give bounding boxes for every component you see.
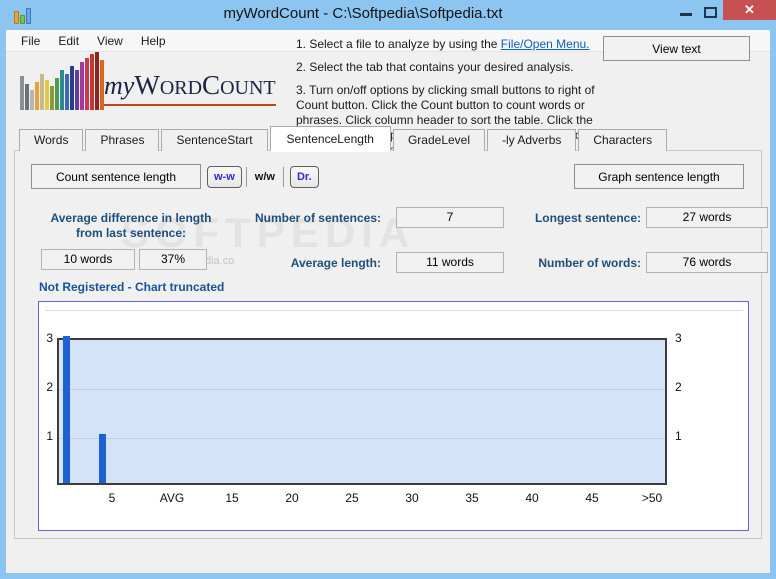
chart-bar-x4 [98,434,106,483]
y-axis-label-left-1: 1 [46,429,53,443]
logo-my: my [104,71,135,100]
titlebar[interactable]: myWordCount - C:\Softpedia\Softpedia.txt… [0,0,776,30]
tab-sentencelength[interactable]: SentenceLength [269,126,391,152]
longest-sentence-label: Longest sentence: [534,211,641,225]
x-axis-label-AVG: AVG [159,491,185,505]
x-axis-label-5: 5 [108,491,116,505]
gridline-y1 [59,438,665,439]
y-axis-label-left-2: 2 [46,380,53,394]
longest-sentence-value: 27 words [646,207,768,228]
ww-toggle-button[interactable]: w-w [207,165,242,188]
client-area: File Edit View Help myWORDCOUNT 1. Select a… [6,30,770,573]
logo-ount: OUNT [220,77,276,99]
dr-toggle-button[interactable]: Dr. [289,165,319,188]
x-axis-label-35: 35 [465,491,479,505]
bar-chart-app-icon [14,7,34,24]
sentence-length-chart: 1 1 2 2 3 3 5 AVG 15 20 25 30 35 40 45 >50 [38,301,749,531]
app-logo: myWORDCOUNT [104,70,276,106]
menu-file[interactable]: File [12,30,49,52]
avg-diff-words-value: 10 words [41,249,135,270]
x-axis-label-20: 20 [285,491,299,505]
y-axis-label-right-3: 3 [675,331,682,345]
x-axis-label-gt50: >50 [641,491,663,505]
x-axis-label-30: 30 [405,491,419,505]
x-axis-label-40: 40 [525,491,539,505]
chart-bar-x1 [62,336,70,483]
graph-sentence-length-button[interactable]: Graph sentence length [574,164,744,189]
x-axis-label-25: 25 [345,491,359,505]
tab--ly-adverbs[interactable]: -ly Adverbs [487,129,577,151]
ww-label: w/w [254,170,275,183]
minimize-icon[interactable] [680,13,692,16]
separator [245,166,247,187]
maximize-icon[interactable] [704,7,717,18]
not-registered-notice: Not Registered - Chart truncated [39,280,225,294]
tab-gradelevel[interactable]: GradeLevel [392,129,486,151]
instruction-2: 2. Select the tab that contains your des… [296,60,574,74]
logo-c: C [202,70,221,100]
y-axis-label-right-2: 2 [675,380,682,394]
menu-view[interactable]: View [88,30,132,52]
tab-strip: Words Phrases SentenceStart SentenceLength G… [19,126,669,152]
sentences-label: Number of sentences: [254,211,381,225]
app-window: myWordCount - C:\Softpedia\Softpedia.txt… [0,0,776,579]
menu-edit[interactable]: Edit [49,30,88,52]
chart-plot-area [57,336,667,485]
window-title: myWordCount - C:\Softpedia\Softpedia.txt [223,5,503,22]
file-open-menu-link[interactable]: File/Open Menu. [501,37,590,51]
pencil-logo-icon [20,52,112,110]
separator [282,166,284,187]
tab-words[interactable]: Words [19,129,84,151]
view-text-button[interactable]: View text [603,36,750,61]
gridline-y2 [59,389,665,390]
number-of-words-value: 76 words [646,252,768,273]
toolbar: Count sentence length w-w w/w Dr. Graph … [31,164,744,189]
avg-length-label: Average length: [290,256,381,270]
tab-phrases[interactable]: Phrases [85,129,160,151]
instruction-1: 1. Select a file to analyze by using the… [296,37,590,51]
logo-w: W [134,70,160,100]
y-axis-label-left-3: 3 [46,331,53,345]
number-of-words-label: Number of words: [538,256,641,270]
x-axis-label-45: 45 [585,491,599,505]
chart-divider [45,310,743,311]
sentence-length-tab-page: Count sentence length w-w w/w Dr. Graph … [14,150,768,539]
tab-sentencestart[interactable]: SentenceStart [161,129,268,151]
menu-help[interactable]: Help [132,30,175,52]
avg-diff-label-line2: from last sentence: [75,226,187,240]
tab-characters[interactable]: Characters [578,129,668,151]
count-sentence-length-button[interactable]: Count sentence length [31,164,201,189]
logo-ord: ORD [159,77,203,99]
close-icon[interactable]: ✕ [723,0,776,20]
x-axis-label-15: 15 [225,491,239,505]
y-axis-label-right-1: 1 [675,429,682,443]
